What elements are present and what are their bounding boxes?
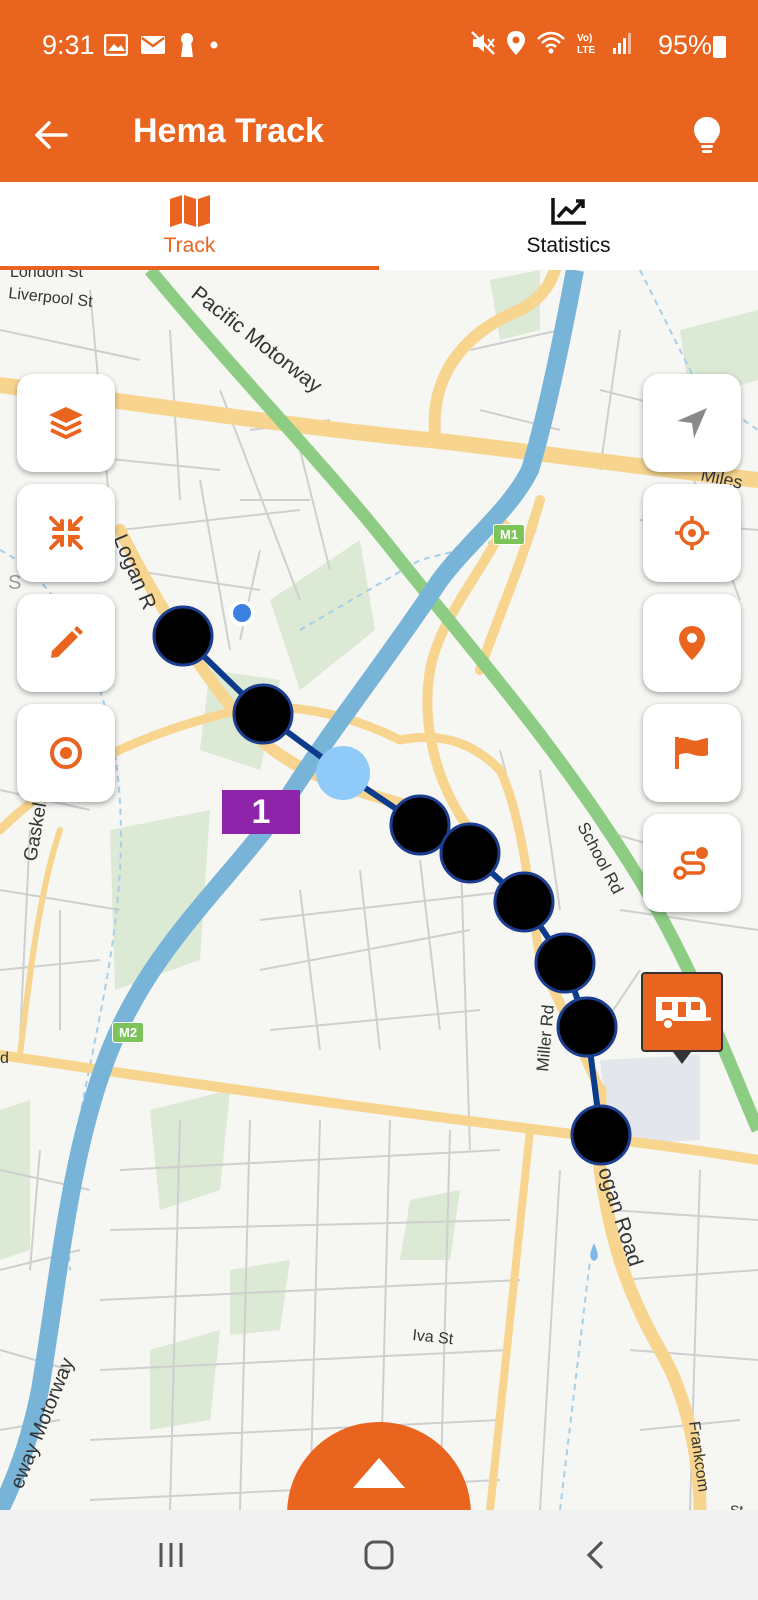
app-bar: Hema Track: [0, 96, 758, 182]
collapse-button[interactable]: [17, 484, 115, 582]
route-button[interactable]: [643, 814, 741, 912]
waypoint-number-badge[interactable]: 1: [222, 790, 300, 834]
track-point: [232, 683, 294, 745]
home-icon: [364, 1540, 394, 1570]
image-icon: [104, 34, 128, 56]
home-button[interactable]: [354, 1532, 404, 1578]
current-position-marker: [316, 746, 370, 800]
keyhole-icon: [181, 33, 193, 57]
lightbulb-icon: [694, 117, 720, 153]
add-pin-button[interactable]: [643, 594, 741, 692]
route-icon: [673, 847, 708, 880]
label-d-edge: d: [0, 1050, 9, 1067]
recents-icon: [159, 1543, 183, 1567]
track-point: [493, 871, 555, 933]
label-logan-rd-north: Logan R: [108, 531, 160, 613]
signal-icon: [613, 33, 631, 54]
navigate-button[interactable]: [643, 374, 741, 472]
label-miller-rd: Miller Rd: [533, 1004, 558, 1072]
m2-shield: M2: [112, 1022, 145, 1043]
volte-icon: Vo)LTE: [577, 33, 595, 56]
label-st-edge: St: [730, 1502, 744, 1510]
label-iva-st: Iva St: [412, 1327, 455, 1348]
pencil-icon: [51, 626, 83, 658]
water-drop: [590, 1243, 598, 1261]
track-point: [389, 794, 451, 856]
compress-arrows-icon: [49, 516, 83, 550]
tips-button[interactable]: [682, 108, 732, 162]
crosshair-icon: [675, 516, 709, 550]
track-point: [556, 996, 618, 1058]
track-point: [152, 605, 214, 667]
layers-icon: [49, 407, 83, 440]
map-pin-icon: [679, 626, 705, 660]
svg-text:Vo): Vo): [577, 33, 592, 44]
map-icon: [169, 195, 210, 227]
system-status-icons: Vo) LTE: [470, 30, 634, 56]
chart-line-icon: [550, 198, 586, 225]
notification-icons: [104, 32, 220, 58]
label-liverpool-st: Liverpool St: [8, 285, 94, 311]
locate-button[interactable]: [643, 484, 741, 582]
layers-button[interactable]: [17, 374, 115, 472]
navigation-arrow-icon: [677, 408, 707, 438]
label-logan-road-south: ogan Road: [593, 1164, 647, 1269]
back-button[interactable]: [28, 112, 74, 158]
svg-text:LTE: LTE: [577, 45, 595, 56]
mute-icon: [471, 31, 495, 55]
caravan-marker[interactable]: [641, 972, 723, 1052]
track-point: [439, 822, 501, 884]
battery-percent: 95%: [657, 30, 712, 60]
mail-icon: [141, 36, 165, 54]
back-chevron-icon: [586, 1540, 604, 1570]
status-time: 9:31: [42, 30, 95, 60]
m1-shield: M1: [493, 524, 526, 545]
target-circle-icon: [50, 737, 82, 769]
wifi-icon: [537, 31, 565, 54]
track-point: [570, 1104, 632, 1166]
flag-icon: [675, 737, 708, 769]
chevron-up-icon: [353, 1458, 405, 1488]
recents-button[interactable]: [146, 1532, 196, 1578]
label-london-st: London St: [10, 270, 83, 281]
tab-statistics[interactable]: Statistics: [379, 182, 758, 270]
arrow-left-icon: [35, 121, 68, 149]
tab-statistics-label: Statistics: [526, 234, 611, 257]
caravan-marker-pointer: [673, 1052, 691, 1064]
edit-button[interactable]: [17, 594, 115, 692]
system-nav-bar: [0, 1510, 758, 1600]
page-title: Hema Track: [133, 112, 324, 150]
back-nav-button[interactable]: [570, 1532, 620, 1578]
dot-icon: [210, 41, 218, 49]
tab-bar: Track Statistics: [0, 182, 758, 270]
tab-track-label: Track: [163, 234, 216, 257]
battery-icon: [713, 36, 726, 58]
track-point: [534, 932, 596, 994]
map-view[interactable]: Pacific Motorway Logan R Gaskell St Scho…: [0, 270, 758, 1510]
record-button[interactable]: [17, 704, 115, 802]
flag-button[interactable]: [643, 704, 741, 802]
caravan-icon: [656, 997, 711, 1030]
location-icon: [507, 31, 525, 55]
tab-track[interactable]: Track: [0, 182, 379, 270]
status-bar: 9:31 Vo) LTE 95%: [0, 0, 758, 96]
